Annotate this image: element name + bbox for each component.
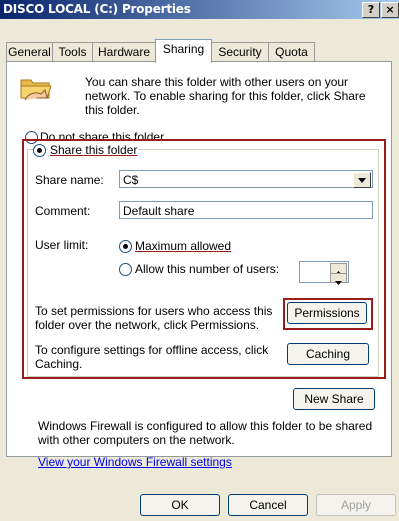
- tab-sharing[interactable]: Sharing: [155, 39, 212, 63]
- caching-button[interactable]: Caching: [287, 343, 369, 365]
- share-name-value: C$: [123, 173, 139, 187]
- ok-button[interactable]: OK: [140, 494, 220, 516]
- share-name-label: Share name:: [35, 173, 104, 187]
- sharing-panel: You can share this folder with other use…: [6, 61, 392, 469]
- new-share-button[interactable]: New Share: [293, 388, 375, 410]
- comment-field[interactable]: Default share: [119, 201, 373, 219]
- close-button[interactable]: ×: [381, 2, 399, 18]
- chevron-down-icon[interactable]: [353, 172, 371, 188]
- firewall-settings-link[interactable]: View your Windows Firewall settings: [38, 455, 232, 469]
- properties-window: DISCO LOCAL (C:) Properties ? × General …: [0, 0, 399, 521]
- tab-quota[interactable]: Quota: [268, 42, 315, 62]
- shared-folder-icon: [20, 79, 52, 101]
- allow-number-label: Allow this number of users:: [135, 262, 280, 276]
- spinner-down-icon[interactable]: [330, 273, 347, 285]
- window-title: DISCO LOCAL (C:) Properties: [3, 2, 191, 16]
- user-limit-label: User limit:: [35, 238, 89, 252]
- help-button[interactable]: ?: [362, 2, 380, 18]
- maximum-allowed-radio[interactable]: [119, 240, 132, 253]
- tab-hardware[interactable]: Hardware: [92, 42, 156, 62]
- permissions-text: To set permissions for users who access …: [35, 304, 273, 332]
- comment-value: Default share: [123, 204, 195, 218]
- firewall-text: Windows Firewall is configured to allow …: [38, 419, 373, 447]
- user-count-spinner[interactable]: [299, 261, 349, 285]
- allow-number-radio[interactable]: [119, 263, 132, 276]
- cancel-button[interactable]: Cancel: [228, 494, 308, 516]
- permissions-button[interactable]: Permissions: [287, 302, 367, 324]
- intro-text: You can share this folder with other use…: [85, 75, 366, 117]
- tab-security[interactable]: Security: [211, 42, 269, 62]
- share-this-folder-label: Share this folder: [48, 143, 140, 157]
- share-this-folder-radio[interactable]: [33, 144, 46, 157]
- share-name-field[interactable]: C$: [119, 170, 373, 188]
- title-bar: DISCO LOCAL (C:) Properties ? ×: [0, 0, 399, 19]
- maximum-allowed-label: Maximum allowed: [135, 239, 232, 253]
- comment-label: Comment:: [35, 204, 91, 218]
- tab-tools[interactable]: Tools: [52, 42, 93, 62]
- apply-button[interactable]: Apply: [316, 494, 396, 516]
- tab-general[interactable]: General: [6, 42, 53, 62]
- caching-text: To configure settings for offline access…: [35, 343, 269, 371]
